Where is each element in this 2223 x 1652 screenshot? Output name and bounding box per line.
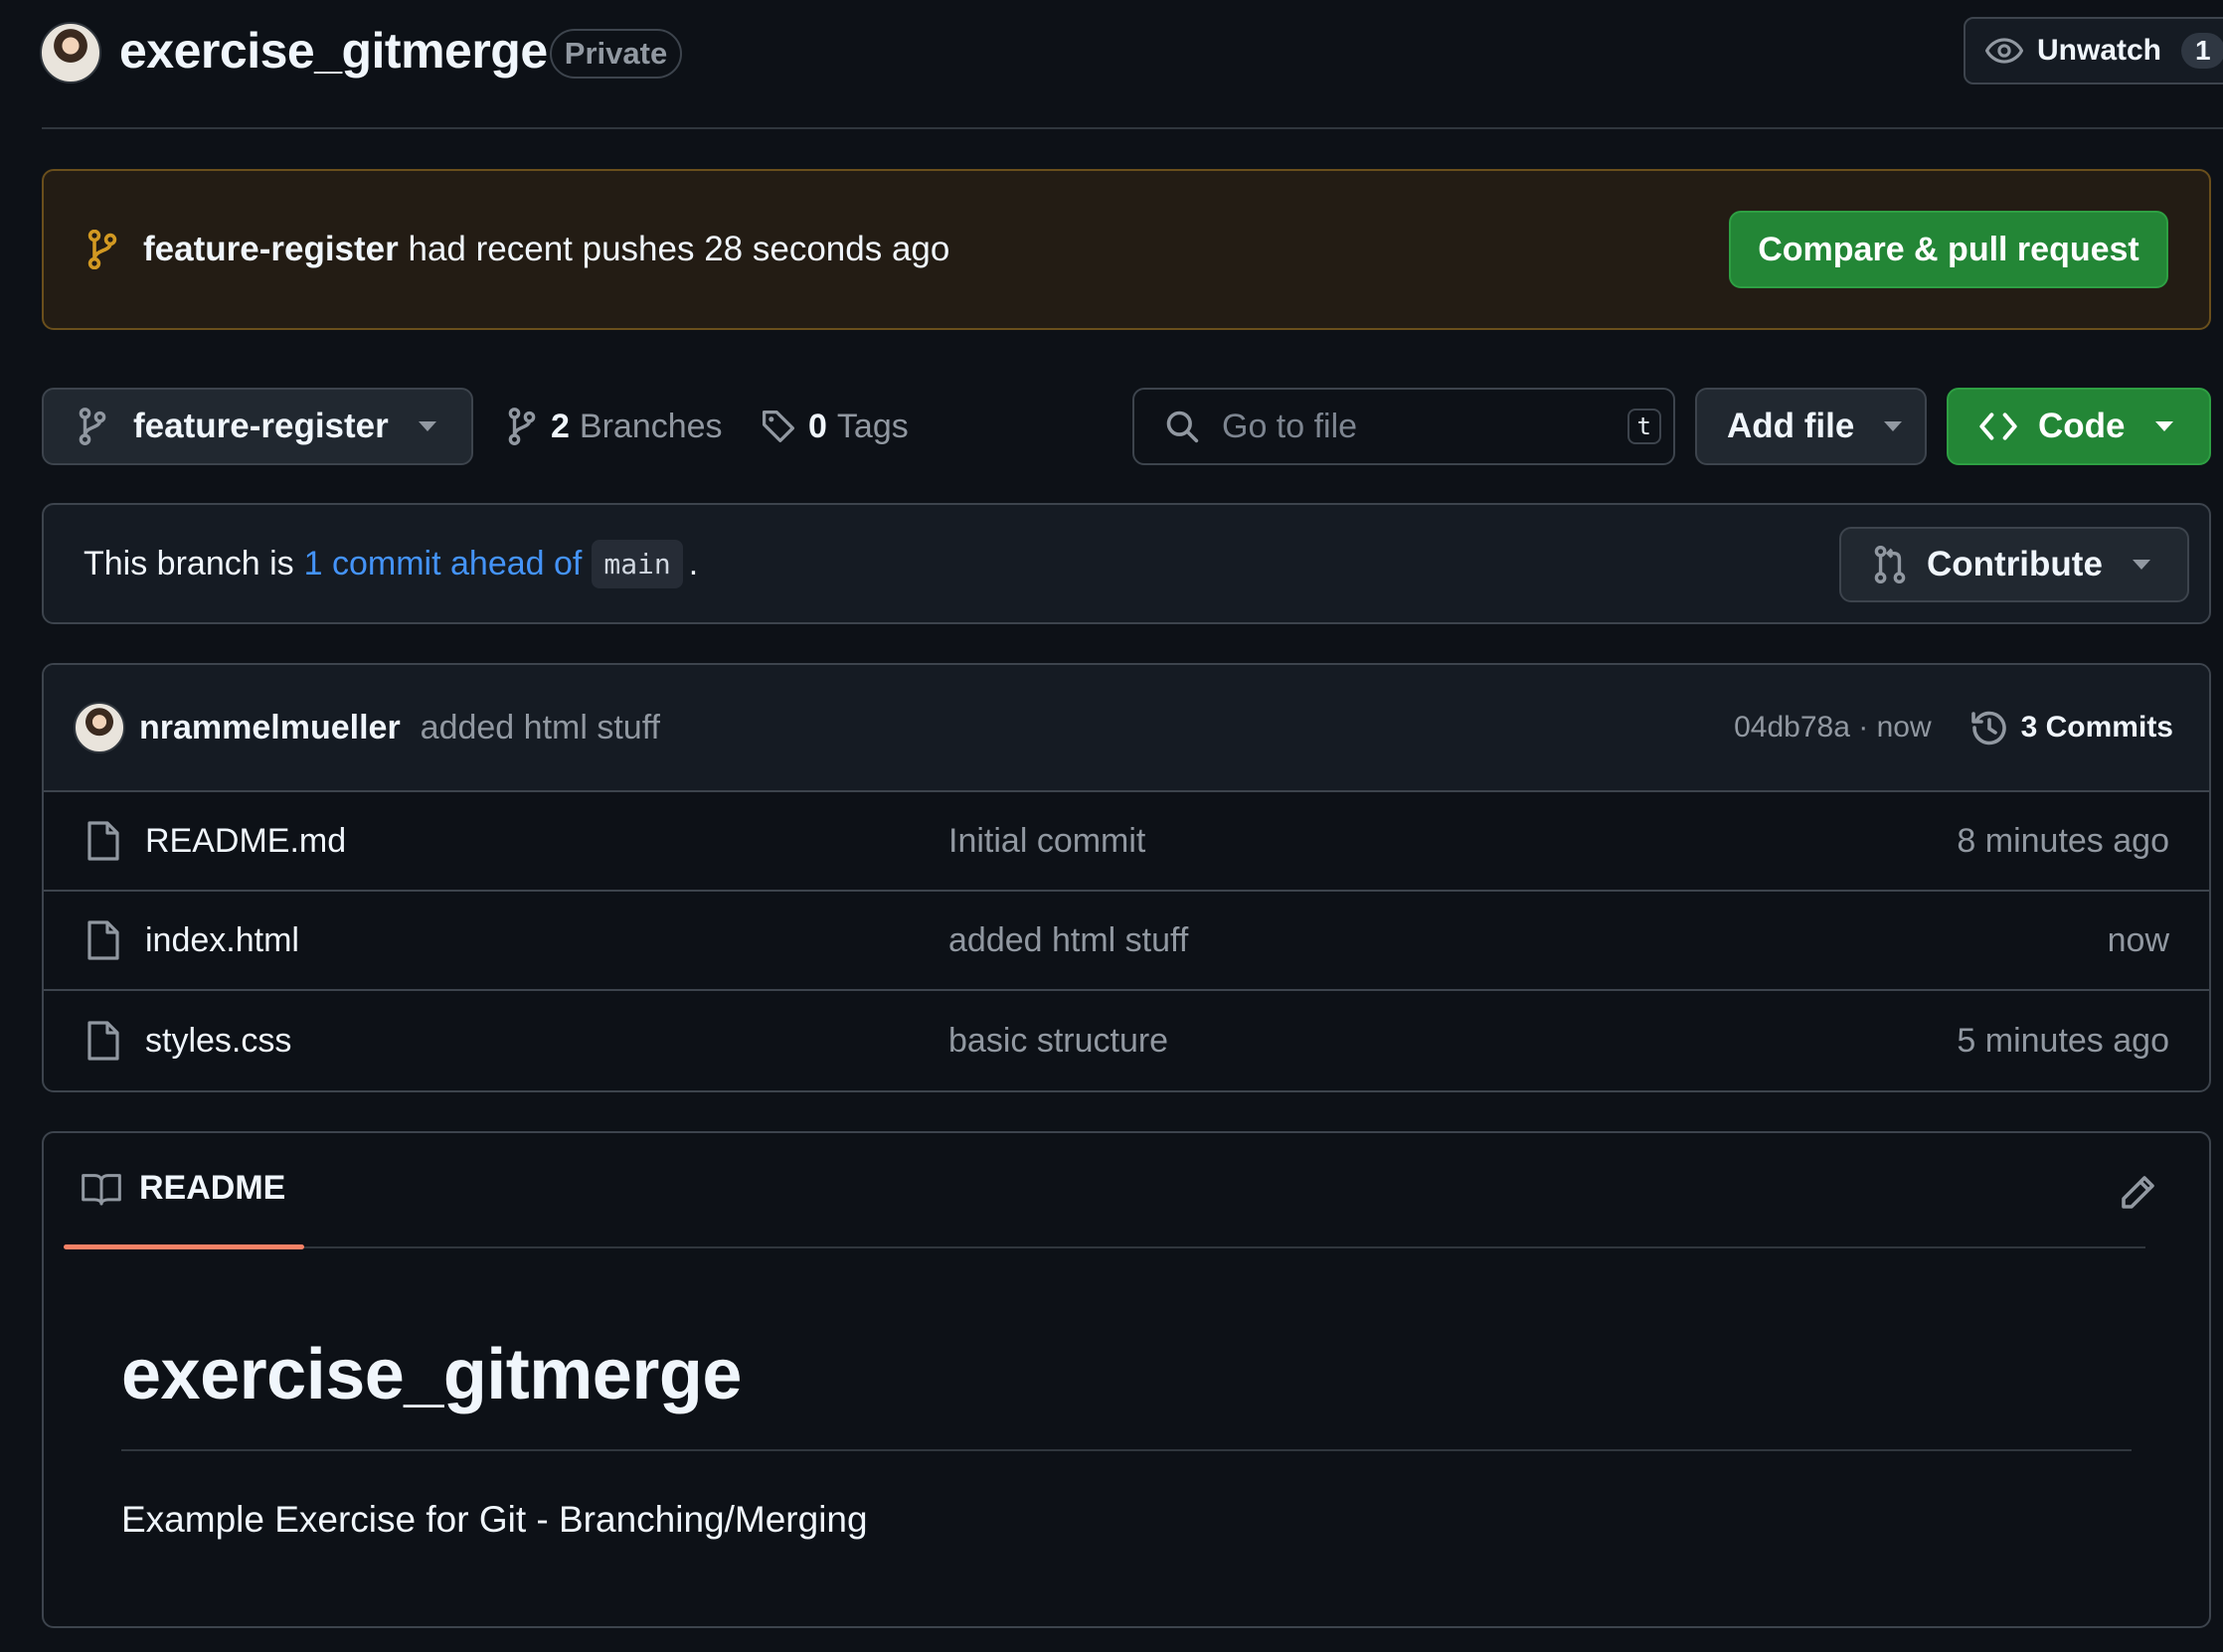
pull-request-icon bbox=[1873, 546, 1907, 583]
compare-pull-request-button[interactable]: Compare & pull request bbox=[1729, 211, 2168, 288]
file-commit-message[interactable]: added html stuff bbox=[948, 921, 1188, 960]
watch-counter: 1 bbox=[2181, 33, 2223, 69]
search-shortcut-key: t bbox=[1626, 409, 1661, 444]
file-name[interactable]: index.html bbox=[145, 921, 948, 960]
history-icon bbox=[1969, 708, 2009, 747]
commit-message[interactable]: added html stuff bbox=[421, 709, 660, 747]
readme-tab-divider bbox=[304, 1246, 2145, 1248]
add-file-label: Add file bbox=[1727, 407, 1855, 445]
go-to-file-search[interactable]: Go to file t bbox=[1132, 388, 1675, 465]
readme-description: Example Exercise for Git - Branching/Mer… bbox=[121, 1499, 868, 1540]
file-commit-message[interactable]: Initial commit bbox=[948, 822, 1145, 861]
readme-tab-underline bbox=[64, 1244, 304, 1249]
branch-icon bbox=[86, 230, 119, 269]
visibility-badge: Private bbox=[550, 29, 682, 79]
branch-icon bbox=[78, 408, 107, 445]
chevron-down-icon bbox=[418, 421, 436, 431]
file-icon bbox=[86, 920, 119, 960]
book-icon bbox=[82, 1172, 121, 1206]
search-icon bbox=[1164, 409, 1200, 444]
file-updated-time: 8 minutes ago bbox=[1957, 821, 2169, 860]
unwatch-label: Unwatch bbox=[2037, 34, 2162, 67]
owner-avatar[interactable] bbox=[40, 22, 101, 83]
commits-count-label: 3 Commits bbox=[2020, 711, 2173, 743]
readme-tab[interactable]: README bbox=[82, 1169, 285, 1208]
contribute-button[interactable]: Contribute bbox=[1839, 527, 2189, 602]
file-commit-message[interactable]: basic structure bbox=[948, 1022, 1168, 1061]
chevron-down-icon bbox=[1884, 421, 1903, 431]
search-placeholder: Go to file bbox=[1222, 407, 1358, 445]
banner-branch[interactable]: feature-register bbox=[143, 230, 399, 268]
tag-icon bbox=[761, 409, 796, 444]
repo-title[interactable]: exercise_gitmerge bbox=[119, 22, 548, 80]
code-icon bbox=[1978, 412, 2018, 441]
readme-heading: exercise_gitmerge bbox=[121, 1335, 742, 1414]
file-updated-time: now bbox=[2107, 920, 2169, 959]
chevron-down-icon bbox=[2132, 560, 2150, 570]
eye-icon bbox=[1985, 36, 2023, 66]
author-avatar[interactable] bbox=[74, 702, 125, 753]
branches-label: Branches bbox=[579, 407, 723, 445]
file-name[interactable]: README.md bbox=[145, 822, 948, 861]
branches-link[interactable]: 2 Branches bbox=[507, 403, 723, 450]
branches-count: 2 bbox=[551, 407, 570, 445]
file-updated-time: 5 minutes ago bbox=[1957, 1021, 2169, 1060]
commit-meta[interactable]: 04db78a · now bbox=[1734, 711, 1932, 744]
file-icon bbox=[86, 821, 119, 861]
file-row[interactable]: index.html added html stuff now bbox=[44, 892, 2209, 991]
commits-ahead-link[interactable]: 1 commit ahead of bbox=[304, 545, 583, 583]
tags-count: 0 bbox=[808, 407, 827, 445]
edit-pencil-icon[interactable] bbox=[2118, 1173, 2157, 1213]
tags-label: Tags bbox=[836, 407, 909, 445]
latest-commit-bar: nrammelmueller added html stuff 04db78a … bbox=[44, 665, 2209, 792]
readme-heading-rule bbox=[121, 1449, 2132, 1451]
branch-selector-label: feature-register bbox=[133, 407, 389, 445]
header-divider bbox=[42, 127, 2223, 129]
readme-tab-label: README bbox=[139, 1169, 286, 1207]
tags-link[interactable]: 0 Tags bbox=[761, 403, 909, 450]
unwatch-button[interactable]: Unwatch 1 bbox=[1964, 17, 2223, 84]
contribute-label: Contribute bbox=[1927, 545, 2103, 583]
branch-icon bbox=[507, 408, 537, 445]
code-label: Code bbox=[2038, 407, 2126, 445]
file-row[interactable]: README.md Initial commit 8 minutes ago bbox=[44, 792, 2209, 892]
file-browser: nrammelmueller added html stuff 04db78a … bbox=[42, 663, 2211, 1092]
file-row[interactable]: styles.css basic structure 5 minutes ago bbox=[44, 991, 2209, 1090]
commit-history-link[interactable]: 3 Commits bbox=[1969, 708, 2173, 747]
commit-author[interactable]: nrammelmueller bbox=[139, 709, 401, 747]
base-branch-chip: main bbox=[592, 539, 683, 588]
status-suffix: . bbox=[688, 544, 699, 582]
code-button[interactable]: Code bbox=[1947, 388, 2211, 465]
branch-status-text: This branch is 1 commit ahead of main . bbox=[84, 539, 699, 588]
chevron-down-icon bbox=[2154, 421, 2173, 431]
add-file-button[interactable]: Add file bbox=[1695, 388, 1927, 465]
banner-text: had recent pushes 28 seconds ago bbox=[408, 230, 950, 268]
file-icon bbox=[86, 1021, 119, 1061]
banner-message: feature-register had recent pushes 28 se… bbox=[143, 230, 949, 269]
status-prefix: This branch is bbox=[84, 544, 294, 582]
branch-selector[interactable]: feature-register bbox=[42, 388, 473, 465]
file-name[interactable]: styles.css bbox=[145, 1022, 948, 1061]
readme-panel: README exercise_gitmerge Example Exercis… bbox=[42, 1131, 2211, 1628]
